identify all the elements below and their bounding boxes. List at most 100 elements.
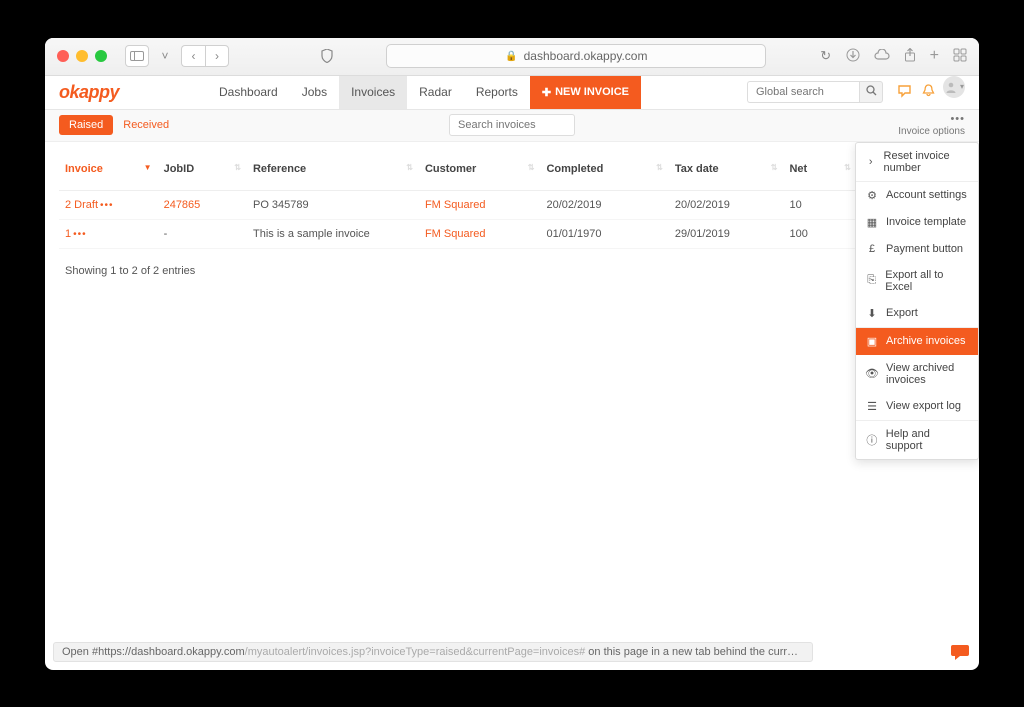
tab-dropdown-button[interactable]: ˅ xyxy=(157,45,173,67)
window-controls xyxy=(57,50,107,62)
invoice-options-button[interactable]: ••• Invoice options xyxy=(898,114,965,137)
back-button[interactable]: ‹ xyxy=(181,45,205,67)
col-invoice[interactable]: Invoice▼ xyxy=(59,150,158,191)
close-window-button[interactable] xyxy=(57,50,69,62)
minimize-window-button[interactable] xyxy=(76,50,88,62)
browser-window: ˅ ‹ › 🔒 dashboard.okappy.com ↻ xyxy=(45,38,979,670)
menu-help-support[interactable]: ⓘHelp and support xyxy=(856,421,978,459)
excel-icon: ⎘ xyxy=(866,274,877,287)
address-bar-wrap: 🔒 dashboard.okappy.com xyxy=(347,44,806,68)
status-bar: Open #https://dashboard.okappy.com/myaut… xyxy=(53,642,971,662)
menu-archive-invoices[interactable]: ▣Archive invoices xyxy=(856,328,978,355)
lock-icon: 🔒 xyxy=(505,51,517,62)
pound-icon: £ xyxy=(866,243,878,255)
tabs-overview-button[interactable] xyxy=(953,48,967,65)
tab-received[interactable]: Received xyxy=(113,115,179,135)
menu-account-settings[interactable]: ⚙Account settings xyxy=(856,182,978,209)
col-completed[interactable]: Completed⇅ xyxy=(540,150,668,191)
new-invoice-button[interactable]: ✚ NEW INVOICE xyxy=(530,76,641,109)
cell-reference: This is a sample invoice xyxy=(247,219,419,248)
invoices-table: Invoice▼ JobID⇅ Reference⇅ Customer⇅ Com… xyxy=(59,150,965,249)
address-bar[interactable]: 🔒 dashboard.okappy.com xyxy=(386,44,766,68)
url-text: dashboard.okappy.com xyxy=(524,49,648,63)
invoice-options-label: Invoice options xyxy=(898,127,965,137)
download-icon[interactable] xyxy=(846,48,860,65)
archive-icon: ▣ xyxy=(866,335,878,348)
toolbar-right-icons: + xyxy=(846,47,967,65)
maximize-window-button[interactable] xyxy=(95,50,107,62)
nav-dashboard[interactable]: Dashboard xyxy=(207,76,290,109)
menu-reset-invoice-number[interactable]: ›Reset invoice number xyxy=(856,143,978,181)
col-reference[interactable]: Reference⇅ xyxy=(247,150,419,191)
cell-tax-date: 29/01/2019 xyxy=(669,219,784,248)
invoice-subbar: Raised Received ••• Invoice options xyxy=(45,110,979,142)
share-icon[interactable] xyxy=(904,48,916,65)
ellipsis-icon: ••• xyxy=(950,114,965,125)
row-menu-icon[interactable]: ••• xyxy=(73,229,87,240)
global-search-input[interactable] xyxy=(747,81,859,103)
sidebar-toggle-button[interactable] xyxy=(125,45,149,67)
col-jobid[interactable]: JobID⇅ xyxy=(158,150,247,191)
app-navbar: okappy Dashboard Jobs Invoices Radar Rep… xyxy=(45,76,979,110)
sort-desc-icon: ▼ xyxy=(144,163,152,172)
showing-entries-text: Showing 1 to 2 of 2 entries xyxy=(59,249,965,293)
global-search-button[interactable] xyxy=(859,81,883,103)
shield-icon[interactable] xyxy=(315,45,339,67)
nav-invoices[interactable]: Invoices xyxy=(339,76,407,109)
menu-invoice-template[interactable]: ▦Invoice template xyxy=(856,209,978,236)
chat-widget-button[interactable] xyxy=(949,642,971,662)
row-menu-icon[interactable]: ••• xyxy=(100,200,114,211)
cell-reference: PO 345789 xyxy=(247,190,419,219)
chat-icon[interactable] xyxy=(897,84,912,101)
cell-tax-date: 20/02/2019 xyxy=(669,190,784,219)
col-net[interactable]: Net⇅ xyxy=(783,150,856,191)
col-tax-date[interactable]: Tax date⇅ xyxy=(669,150,784,191)
plus-icon: ✚ xyxy=(542,86,551,99)
cloud-icon[interactable] xyxy=(874,48,890,64)
info-icon: ⓘ xyxy=(866,432,878,448)
menu-export[interactable]: ⬇Export xyxy=(856,300,978,327)
cell-net: 100 xyxy=(783,219,856,248)
forward-button[interactable]: › xyxy=(205,45,229,67)
tab-raised[interactable]: Raised xyxy=(59,115,113,135)
cell-completed: 01/01/1970 xyxy=(540,219,668,248)
reload-button[interactable]: ↻ xyxy=(814,45,838,67)
jobid-link[interactable]: 247865 xyxy=(164,199,201,211)
chevron-right-icon: › xyxy=(866,156,876,168)
table-row[interactable]: 2 Draft••• 247865 PO 345789 FM Squared 2… xyxy=(59,190,965,219)
list-icon: ☰ xyxy=(866,400,878,413)
bell-icon[interactable] xyxy=(922,84,935,101)
new-tab-button[interactable]: + xyxy=(930,47,939,65)
nav-radar[interactable]: Radar xyxy=(407,76,464,109)
search-invoices-input[interactable] xyxy=(449,114,575,136)
menu-view-archived[interactable]: 👁View archived invoices xyxy=(856,355,978,393)
global-search xyxy=(747,76,883,109)
user-avatar[interactable]: ▾ xyxy=(943,76,965,98)
menu-export-all-excel[interactable]: ⎘Export all to Excel xyxy=(856,262,978,300)
col-customer[interactable]: Customer⇅ xyxy=(419,150,541,191)
titlebar: ˅ ‹ › 🔒 dashboard.okappy.com ↻ xyxy=(45,38,979,76)
gear-icon: ⚙ xyxy=(866,189,878,202)
download-icon: ⬇ xyxy=(866,307,878,320)
invoice-link[interactable]: 1 xyxy=(65,228,71,240)
brand-logo[interactable]: okappy xyxy=(59,76,119,109)
nav-tabs: Dashboard Jobs Invoices Radar Reports ✚ … xyxy=(207,76,641,109)
cell-net: 10 xyxy=(783,190,856,219)
grid-icon: ▦ xyxy=(866,216,878,229)
table-row[interactable]: 1••• - This is a sample invoice FM Squar… xyxy=(59,219,965,248)
customer-link[interactable]: FM Squared xyxy=(425,199,486,211)
eye-icon: 👁 xyxy=(866,367,878,380)
customer-link[interactable]: FM Squared xyxy=(425,228,486,240)
new-invoice-label: NEW INVOICE xyxy=(555,86,629,98)
search-invoices-wrap xyxy=(449,114,575,136)
nav-reports[interactable]: Reports xyxy=(464,76,530,109)
nav-back-forward: ‹ › xyxy=(181,45,229,67)
menu-view-export-log[interactable]: ☰View export log xyxy=(856,393,978,420)
menu-payment-button[interactable]: £Payment button xyxy=(856,236,978,262)
status-text: Open #https://dashboard.okappy.com/myaut… xyxy=(53,642,813,662)
content-area: Invoice▼ JobID⇅ Reference⇅ Customer⇅ Com… xyxy=(45,142,979,670)
invoice-options-menu: ›Reset invoice number ⚙Account settings … xyxy=(855,142,979,460)
nav-jobs[interactable]: Jobs xyxy=(290,76,339,109)
cell-jobid: - xyxy=(158,219,247,248)
invoice-link[interactable]: 2 Draft xyxy=(65,199,98,211)
